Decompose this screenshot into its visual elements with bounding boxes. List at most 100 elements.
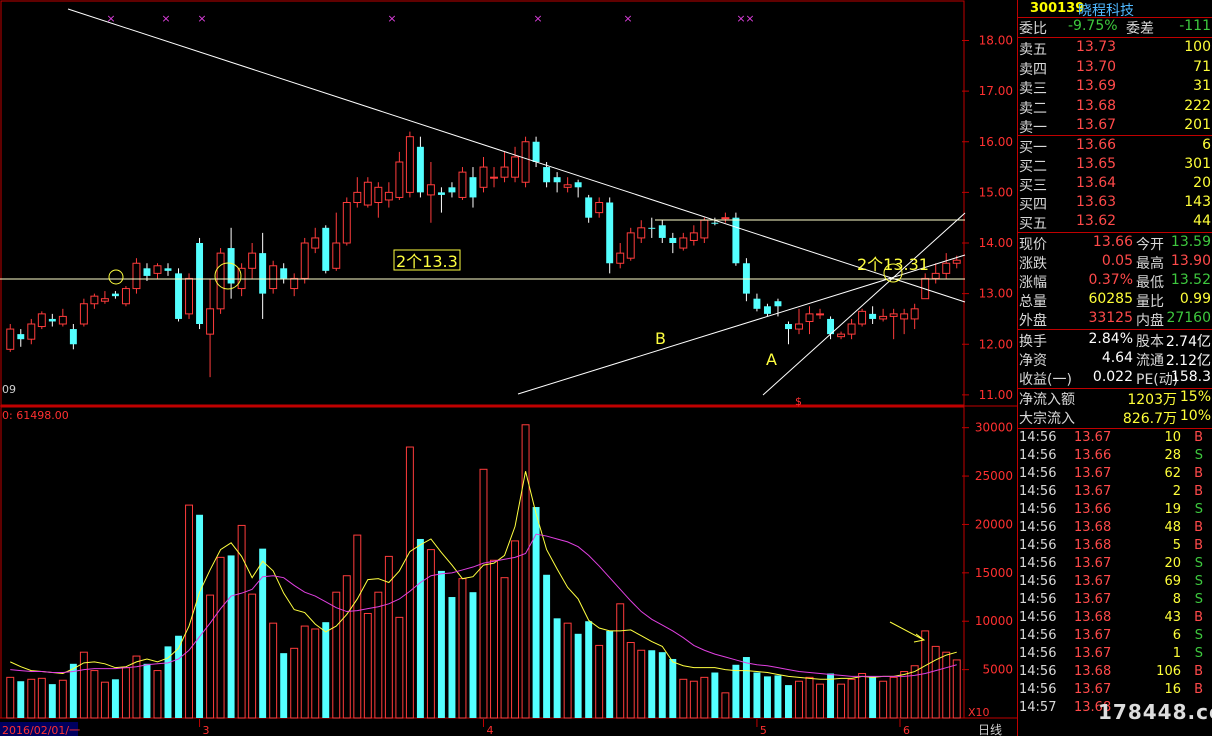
- volume-bar: [679, 678, 688, 719]
- volume-bar: [58, 679, 67, 719]
- candle-body: [490, 176, 498, 179]
- candle-body: [816, 313, 824, 316]
- volume-bar: [395, 616, 404, 719]
- divider: [1018, 428, 1212, 429]
- arrow-line: [889, 621, 925, 641]
- candle-body: [227, 248, 235, 284]
- stat-value-2: 13.52: [1170, 272, 1211, 288]
- volume-bar: [795, 680, 803, 719]
- tick-time: 14:56: [1019, 574, 1057, 589]
- tick-row: 14:56 13.67 1 S: [1018, 646, 1212, 664]
- tick-volume: 10: [1164, 430, 1181, 445]
- price-tick-label: 18.00: [979, 34, 1013, 48]
- tick-volume: 5: [1172, 538, 1181, 553]
- candle-body: [27, 323, 36, 340]
- trend-line-a: [762, 212, 966, 396]
- tick-volume: 62: [1164, 466, 1181, 481]
- tick-side: S: [1194, 448, 1203, 463]
- watermark-text: 178448.com: [1098, 700, 1212, 724]
- volume-bar: [658, 652, 666, 718]
- volume-bar: [216, 556, 225, 719]
- ask-price: 13.73: [1076, 39, 1117, 55]
- volume-bar: [732, 664, 740, 718]
- volume-bar: [500, 577, 509, 719]
- volume-bar: [100, 681, 109, 719]
- volume-bar: [300, 625, 309, 719]
- tick-row: 14:56 13.67 16 B: [1018, 682, 1212, 700]
- price-tick-label: 15.00: [979, 185, 1013, 199]
- stat2-value: 2.84%: [1088, 331, 1133, 347]
- bid-label: 买四: [1019, 197, 1047, 213]
- tick-row: 14:56 13.66 28 S: [1018, 448, 1212, 466]
- tick-volume: 1: [1172, 646, 1181, 661]
- volume-bar: [490, 559, 498, 719]
- tick-time: 14:56: [1019, 520, 1057, 535]
- candle-body: [648, 227, 656, 229]
- tick-price: 13.68: [1074, 610, 1112, 625]
- ask-row: 卖三 13.69 31: [1018, 78, 1212, 97]
- candle-body: [521, 141, 530, 183]
- volume-bar: [889, 676, 898, 719]
- volume-bar: [847, 678, 856, 719]
- candle-body: [437, 192, 445, 195]
- tick-price: 13.68: [1074, 664, 1112, 679]
- tick-side: B: [1194, 430, 1203, 445]
- stat-value-2: 13.59: [1170, 234, 1211, 250]
- divider: [1018, 232, 1212, 233]
- volume-bar: [689, 680, 698, 719]
- candle-body: [637, 227, 646, 239]
- tick-row: 14:56 13.67 2 B: [1018, 484, 1212, 502]
- volume-bar: [858, 672, 867, 719]
- annotation-a: A: [766, 350, 777, 369]
- tick-volume: 69: [1164, 574, 1181, 589]
- volume-bar: [816, 683, 824, 719]
- volume-bar: [952, 659, 961, 719]
- candle-body: [711, 222, 719, 224]
- volume-bar: [626, 642, 635, 719]
- stat-label: 外盘: [1019, 313, 1047, 329]
- signal-x-marker: ×: [745, 12, 754, 25]
- tick-price: 13.67: [1074, 466, 1112, 481]
- stat-value-2: 0.99: [1179, 291, 1211, 307]
- ask-label: 卖四: [1019, 61, 1047, 78]
- candle-body: [858, 310, 867, 325]
- candle-body: [384, 191, 393, 201]
- candle-body: [58, 315, 67, 325]
- divider: [1018, 37, 1212, 38]
- volume-bar: [869, 676, 877, 718]
- candle-body: [458, 171, 467, 198]
- tick-row: 14:56 13.67 8 S: [1018, 592, 1212, 610]
- dollar-marker: $: [795, 395, 802, 408]
- volume-bar: [774, 675, 782, 718]
- candle-body: [910, 308, 919, 320]
- volume-bar: [17, 681, 25, 718]
- tick-row: 14:56 13.68 5 B: [1018, 538, 1212, 556]
- stat-row: 现价 13.66 今开 13.59: [1018, 234, 1212, 253]
- volume-bar: [742, 657, 750, 718]
- stat-label: 总量: [1019, 294, 1047, 310]
- stat2-label: 换手: [1019, 334, 1047, 350]
- candle-body: [721, 217, 730, 220]
- tick-side: B: [1194, 520, 1203, 535]
- candle-body: [69, 329, 77, 345]
- tick-side: S: [1194, 502, 1203, 517]
- stat-label-2: 内盘: [1136, 313, 1164, 329]
- annotation-13-31: 2个13.31: [857, 255, 929, 274]
- tick-volume: 28: [1164, 448, 1181, 463]
- chart-area[interactable]: 18.00 17.00 16.00 15.00 14.00 13.00 12.00 11.00…: [0, 0, 1017, 736]
- volume-tick-label: 15000: [975, 566, 1013, 580]
- stat2-label-2: 流通: [1136, 353, 1164, 369]
- tick-volume: 106: [1156, 664, 1181, 679]
- volume-bar: [121, 667, 130, 719]
- stat-row: 涨幅 0.37% 最低 13.52: [1018, 272, 1212, 291]
- ask-volume: 31: [1193, 78, 1211, 94]
- tick-time: 14:56: [1019, 556, 1057, 571]
- webi-label: 委比: [1019, 21, 1047, 37]
- quote-panel: 300139 晓程科技 委比 -9.75% 委差 -111 卖五 13.73 100 卖四 13…: [1017, 0, 1212, 736]
- candle-body: [448, 187, 456, 193]
- volume-bar: [448, 597, 456, 718]
- weicha-value: -111: [1179, 18, 1211, 34]
- stat-value: 33125: [1088, 310, 1133, 326]
- stat2-row: 换手 2.84% 股本 2.74亿: [1018, 331, 1212, 350]
- candle-body: [606, 202, 614, 264]
